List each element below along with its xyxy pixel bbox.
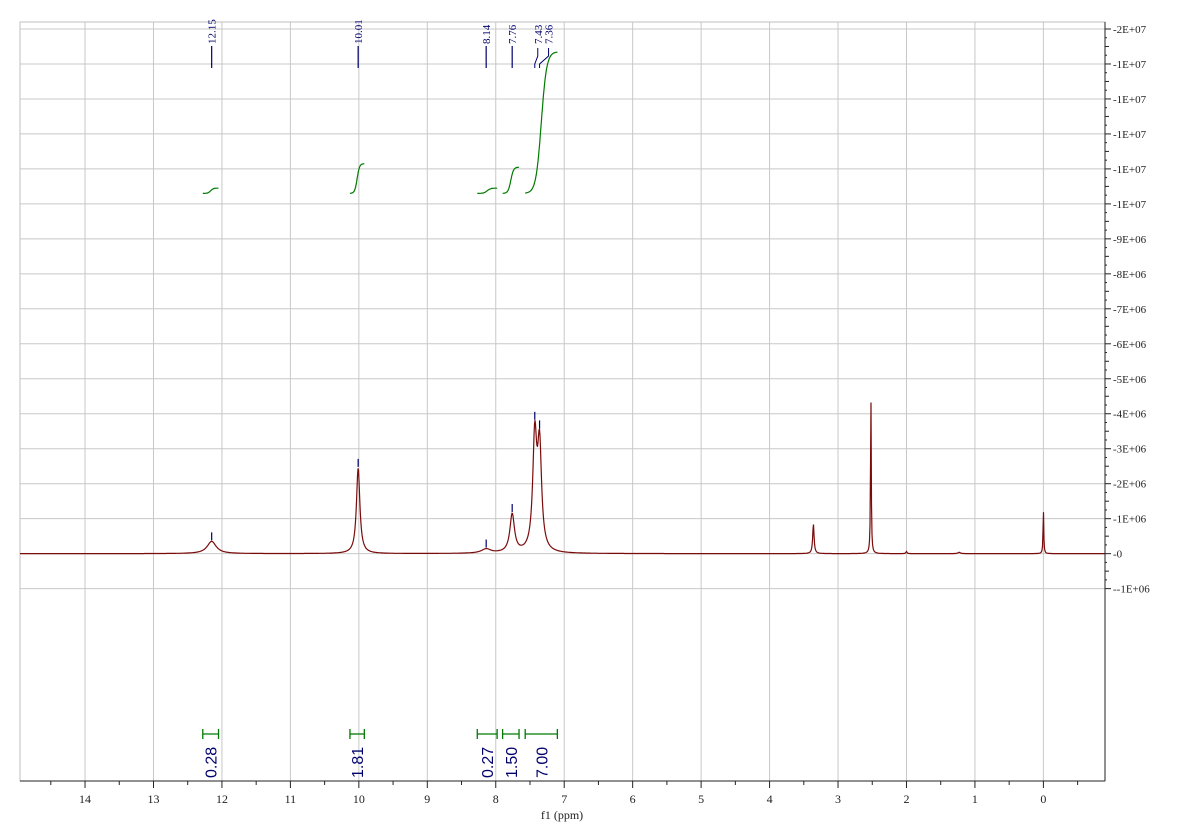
integral-curve [525,51,558,194]
x-tick-label: 14 [79,792,91,806]
y-tick-label: -1E+07 [1113,129,1147,141]
x-tick-label: 2 [903,792,909,806]
x-tick-label: 10 [353,792,365,806]
x-axis-label: f1 (ppm) [541,808,583,822]
x-tick-label: 12 [216,792,228,806]
integral-label: 0.27 [480,747,497,778]
y-tick-label: -5E+06 [1113,374,1147,386]
peak-label: 7.76 [507,24,519,44]
x-tick-label: 13 [147,792,159,806]
x-tick-label: 6 [630,792,636,806]
integral-labels: 0.28 1.81 0.27 1.50 7.00 [202,729,559,778]
y-tick-label: -2E+07 [1113,24,1147,36]
integral-curves [202,51,558,194]
chart-svg: 12.15 10.01 8.14 7.76 7.437.36 0.28 1.81 0.27 1… [19,19,1150,822]
peak-markers [211,411,541,548]
peak-label: 12.15 [207,19,219,44]
x-tick-label: 4 [767,792,773,806]
y-tick-label: -0 [1113,549,1123,561]
y-tick-label: -1E+07 [1113,59,1147,71]
integral-curve [502,166,519,194]
peak-label: 10.01 [353,19,365,44]
y-tick-label: -1E+07 [1113,199,1147,211]
y-tick-label: -1E+07 [1113,164,1147,176]
integral-label: 1.50 [504,747,521,778]
peak-label: 7.36 [544,24,556,44]
x-tick-label: 0 [1040,792,1046,806]
nmr-spectrum-chart: 12.15 10.01 8.14 7.76 7.43 7.36 0.28 1.81 0.27 1… [0,0,1189,834]
y-tick-label: --1E+06 [1113,584,1150,596]
integral-curve [477,187,498,194]
spectrum-line [20,402,1105,555]
x-tick-label: 11 [285,792,297,806]
y-tick-label: -4E+06 [1113,409,1147,421]
peak-label: 8.14 [481,24,493,44]
integral-label: 7.00 [534,747,551,778]
y-tick-label: -6E+06 [1113,339,1147,351]
y-tick-label: -7E+06 [1113,304,1147,316]
integral-label: 1.81 [350,747,367,778]
grid-lines [19,21,1106,782]
y-tick-label: -3E+06 [1113,444,1147,456]
x-tick-label: 7 [561,792,567,806]
y-tick-label: -1E+07 [1113,94,1147,106]
y-tick-label: -9E+06 [1113,234,1147,246]
peak-labels: 12.15 10.01 8.14 7.76 7.437.36 [207,19,556,68]
integral-curve [202,187,219,194]
y-tick-label: -2E+06 [1113,479,1147,491]
integral-label: 0.28 [204,747,221,778]
y-tick-label: -1E+06 [1113,514,1147,526]
integral-curve [349,163,365,194]
y-tick-label: -8E+06 [1113,269,1147,281]
x-tick-label: 1 [972,792,978,806]
x-tick-label: 9 [424,792,430,806]
x-tick-label: 5 [698,792,704,806]
plot-frame [19,21,1106,782]
x-tick-label: 8 [493,792,499,806]
x-tick-label: 3 [835,792,841,806]
spectrum [20,402,1105,555]
peak-leader [534,48,539,68]
